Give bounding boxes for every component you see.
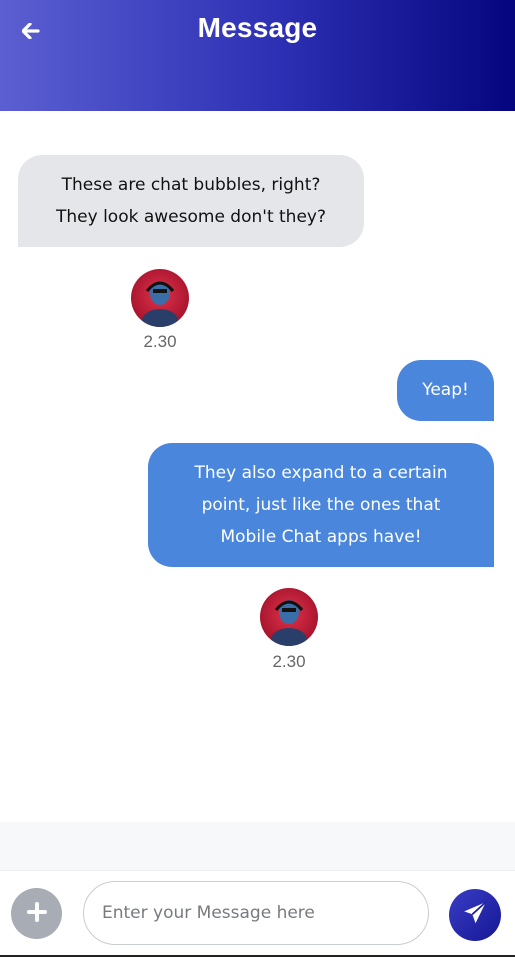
app-header: Message <box>0 0 515 111</box>
avatar[interactable] <box>131 269 189 327</box>
page-title: Message <box>197 12 318 43</box>
message-bubble-outgoing[interactable]: They also expand to a certain point, jus… <box>148 443 494 567</box>
message-input[interactable] <box>83 881 429 945</box>
paper-plane-icon <box>462 900 488 930</box>
add-attachment-button[interactable] <box>11 888 62 939</box>
composer-spacer <box>0 822 515 870</box>
send-button[interactable] <box>449 889 501 941</box>
plus-icon <box>26 901 48 927</box>
message-timestamp: 2.30 <box>143 332 177 351</box>
message-bubble-outgoing[interactable]: Yeap! <box>397 360 494 421</box>
avatar[interactable] <box>260 588 318 646</box>
message-timestamp: 2.30 <box>272 652 306 671</box>
message-bubble-incoming[interactable]: These are chat bubbles, right? They look… <box>18 155 364 247</box>
